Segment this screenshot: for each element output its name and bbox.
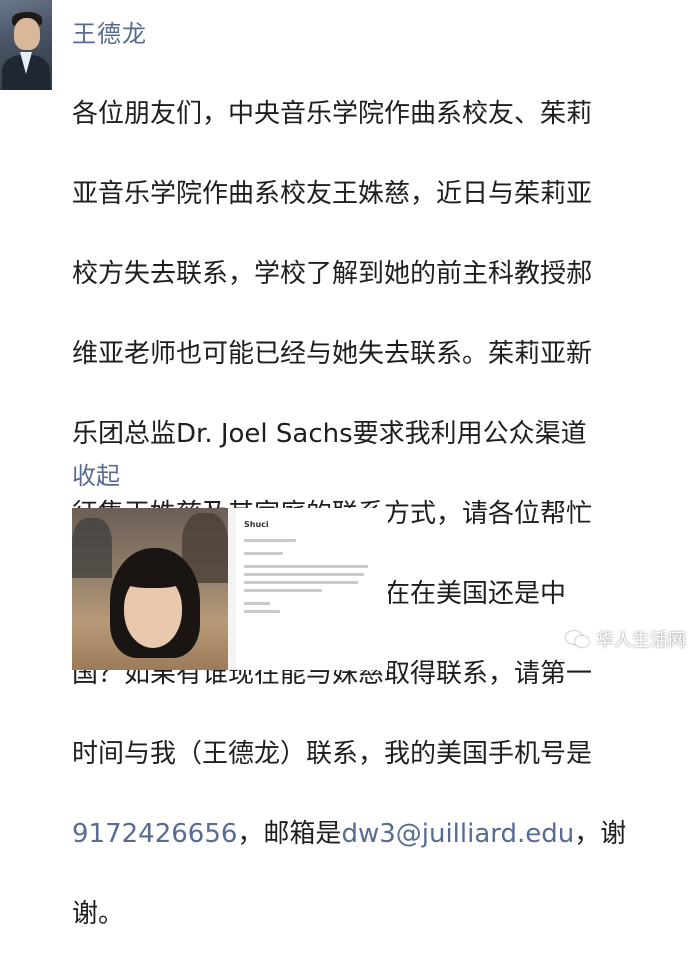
avatar-face	[14, 18, 40, 50]
message-line-contact: 9172426656，邮箱是dw3@juilliard.edu，谢	[72, 814, 684, 854]
message-line: 校方失去联系，学校了解到她的前主科教授郝	[72, 259, 593, 289]
letter-title: Shuci	[244, 520, 269, 529]
photo-background-figure	[72, 518, 112, 578]
photo-bangs	[120, 564, 186, 588]
collapse-link[interactable]: 收起	[72, 456, 120, 491]
phone-link[interactable]: 9172426656	[72, 819, 237, 849]
author-name[interactable]: 王德龙	[72, 14, 147, 49]
attached-image[interactable]: Shuci	[72, 508, 388, 670]
tail-text: ，谢	[574, 819, 627, 849]
wechat-icon	[566, 629, 590, 649]
watermark: 华人生活网	[566, 626, 686, 652]
author-avatar[interactable]	[0, 0, 52, 90]
portrait-photo	[72, 508, 228, 670]
email-link[interactable]: dw3@juilliard.edu	[341, 819, 574, 849]
mid-text: ，邮箱是	[237, 819, 342, 849]
message-line: 乐团总监Dr. Joel Sachs要求我利用公众渠道	[72, 419, 587, 449]
letter-screenshot: Shuci	[236, 508, 388, 670]
message-line: 谢。	[72, 899, 125, 929]
message-line: 亚音乐学院作曲系校友王姝慈，近日与茱莉亚	[72, 179, 593, 209]
message-line: 维亚老师也可能已经与她失去联系。茱莉亚新	[72, 339, 593, 369]
letter-text-lines	[244, 534, 374, 618]
message-line: 各位朋友们，中央音乐学院作曲系校友、茱莉	[72, 99, 593, 129]
message-line: 时间与我（王德龙）联系，我的美国手机号是	[72, 739, 593, 769]
watermark-label: 华人生活网	[596, 630, 686, 651]
